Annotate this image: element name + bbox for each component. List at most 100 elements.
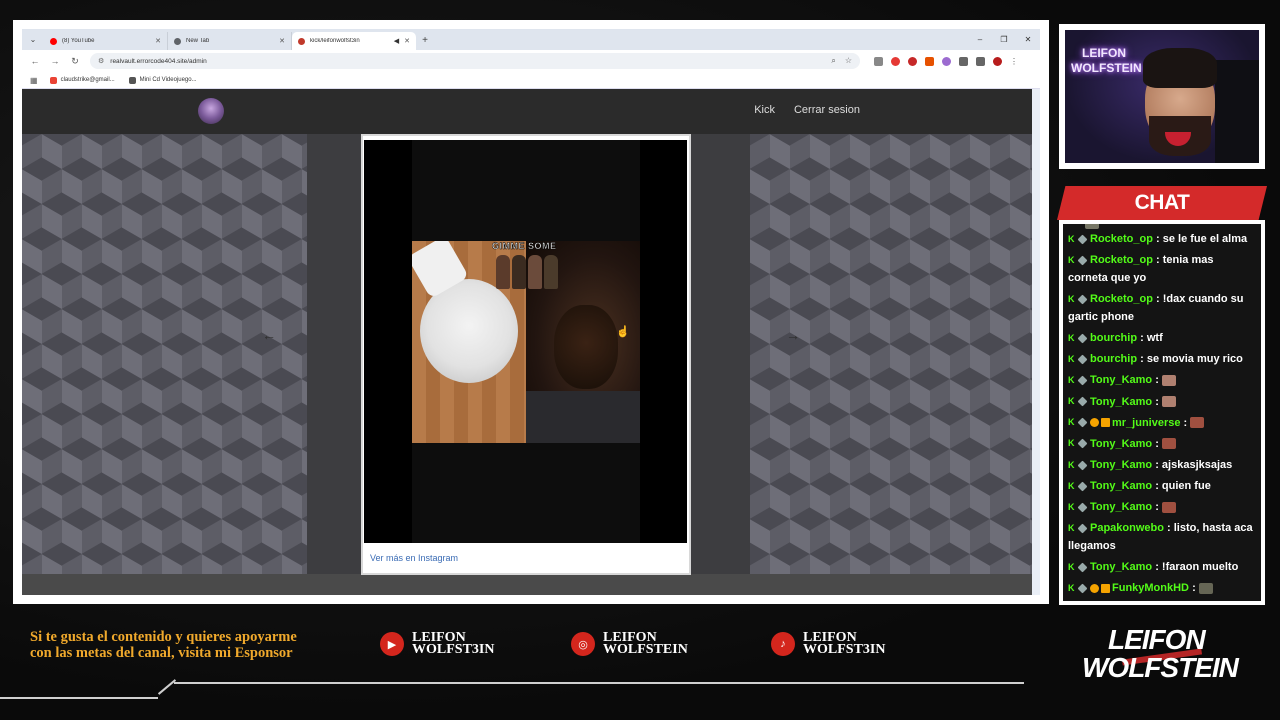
chat-username[interactable]: bourchip [1090,332,1137,344]
bookmark-item[interactable]: claudstrike@gmail... [49,76,115,84]
extension-icon[interactable] [874,56,883,66]
chat-username[interactable]: bourchip [1090,353,1137,365]
chat-username[interactable]: Tony_Kamo [1090,561,1152,573]
site-header: Kick Cerrar sesion [22,89,1032,134]
chat-text: : [1155,437,1159,450]
browser-tab[interactable]: kick/leifonwolfst3in ◀ ✕ [292,32,416,50]
chat-message: K Rocketo_op : se le fue el alma [1068,230,1256,248]
browser-tab[interactable]: (8) YouTube ✕ [44,32,168,50]
site-nav: Kick Cerrar sesion [754,104,860,116]
chat-username[interactable]: mr_juniverse [1112,417,1180,429]
video-thumbnail: GIMME SOME ☝ [412,241,640,443]
chat-title: CHAT [1134,191,1190,214]
shield-extension-icon[interactable] [942,56,951,66]
chat-text: : quien fue [1155,479,1211,492]
gift-badge-icon [1101,584,1110,593]
chat-username[interactable]: Rocketo_op [1090,233,1153,245]
chat-message: K Tony_Kamo : quien fue [1068,477,1256,495]
chat-message: K Tony_Kamo : [1068,435,1256,453]
tab-label: New Tab [186,38,210,44]
reload-icon[interactable]: ↻ [66,56,84,67]
chat-username[interactable]: Rocketo_op [1090,293,1153,305]
browser-tab[interactable]: New Tab ✕ [168,32,292,50]
tab-close-icon[interactable]: ✕ [279,37,285,45]
opera-icon[interactable] [908,56,917,66]
sticker-overlay: GIMME SOME [492,241,560,297]
social-handle: ◎ LEIFON WOLFSTEIN [571,631,688,657]
chat-text: : ajskasjksajas [1155,458,1233,471]
window-controls: – ❐ ✕ [968,29,1040,50]
tab-close-icon[interactable]: ✕ [404,37,410,45]
site-logo-avatar[interactable] [198,98,224,124]
kick-badge-icon: K [1068,332,1075,343]
close-window-icon[interactable]: ✕ [1016,35,1040,44]
gem-badge-icon [1077,523,1088,534]
bookmark-item[interactable]: Mini Cd Videojuego... [128,76,197,84]
site-info-icon[interactable]: ⚙ [98,57,104,65]
adblock-icon[interactable] [891,56,900,66]
chat-username[interactable]: Tony_Kamo [1090,480,1152,492]
chat-username[interactable]: Tony_Kamo [1090,438,1152,450]
menu-dots-icon[interactable]: ⋮ [1010,57,1018,66]
new-tab-button[interactable]: + [416,32,434,50]
address-bar[interactable]: ⚙ realvault.errorcode404.site/admin ⌕ ☆ [90,53,860,69]
gem-badge-icon [1077,583,1088,594]
badges: K [1068,414,1112,432]
zoom-icon[interactable]: ⌕ [831,56,835,66]
video-player[interactable]: GIMME SOME ☝ [364,140,687,543]
badges: K [1068,290,1090,308]
sticker-title: GIMME SOME [492,241,557,251]
audio-icon[interactable]: ◀ [394,37,399,45]
forward-icon[interactable]: → [46,56,64,66]
social-handle: ▶ LEIFON WOLFST3IN [380,631,494,657]
tab-favicon-icon [50,37,57,45]
bookmark-star-icon[interactable]: ☆ [845,56,852,66]
emote-icon [1190,417,1205,429]
chat-username[interactable]: Tony_Kamo [1090,396,1152,408]
kick-badge-icon: K [1068,354,1075,365]
web-page: Kick Cerrar sesion ← → GIMME SOME ☝ Ver … [22,89,1032,595]
instagram-link[interactable]: Ver más en Instagram [370,553,458,563]
gold-badge-icon [1090,584,1099,593]
emote-icon [1161,501,1176,513]
url-text: realvault.errorcode404.site/admin [110,57,207,65]
sponsor-text: Si te gusta el contenido y quieres apoya… [30,629,297,661]
chat-message: K FunkyMonkHD : [1068,579,1256,597]
kick-badge-icon: K [1068,293,1075,304]
nav-logout-link[interactable]: Cerrar sesion [794,104,860,116]
browser-window: ⌄ (8) YouTube ✕ New Tab ✕ kick/leifonwol… [22,29,1040,595]
kick-badge-icon: K [1068,583,1075,593]
back-icon[interactable]: ← [26,56,44,66]
chat-username[interactable]: Papakonwebo [1090,522,1164,534]
profile-avatar[interactable] [993,56,1002,66]
chat-header: CHAT [1053,186,1271,220]
gem-badge-icon [1077,562,1088,573]
badges: K [1068,350,1090,368]
tab-search-icon[interactable]: ⌄ [22,29,44,50]
tab-close-icon[interactable]: ✕ [155,37,161,45]
badges: K [1068,477,1090,495]
restore-icon[interactable]: ❐ [992,35,1016,44]
tab-label: (8) YouTube [62,38,95,44]
minimize-icon[interactable]: – [968,35,992,44]
save-icon[interactable] [976,56,985,66]
nav-kick-link[interactable]: Kick [754,104,775,116]
chat-username[interactable]: Tony_Kamo [1090,374,1152,386]
emote-icon [1161,375,1176,387]
apps-grid-icon[interactable]: ▦ [30,76,38,85]
kick-badge-icon: K [1068,233,1075,244]
gmail-extension-icon[interactable] [925,56,934,66]
chat-username[interactable]: FunkyMonkHD [1112,582,1189,594]
tab-label: kick/leifonwolfst3in [310,38,360,44]
puzzle-icon[interactable] [959,56,968,66]
chat-username[interactable]: Tony_Kamo [1090,501,1152,513]
chat-username[interactable]: Rocketo_op [1090,254,1153,266]
gem-badge-icon [1077,502,1088,513]
prev-arrow-icon[interactable]: ← [262,327,276,343]
chat-message: K Tony_Kamo : [1068,393,1256,411]
gem-badge-icon [1077,396,1088,407]
gem-badge-icon [1077,234,1088,245]
chat-username[interactable]: Tony_Kamo [1090,459,1152,471]
next-arrow-icon[interactable]: → [786,327,800,343]
gem-badge-icon [1077,375,1088,386]
